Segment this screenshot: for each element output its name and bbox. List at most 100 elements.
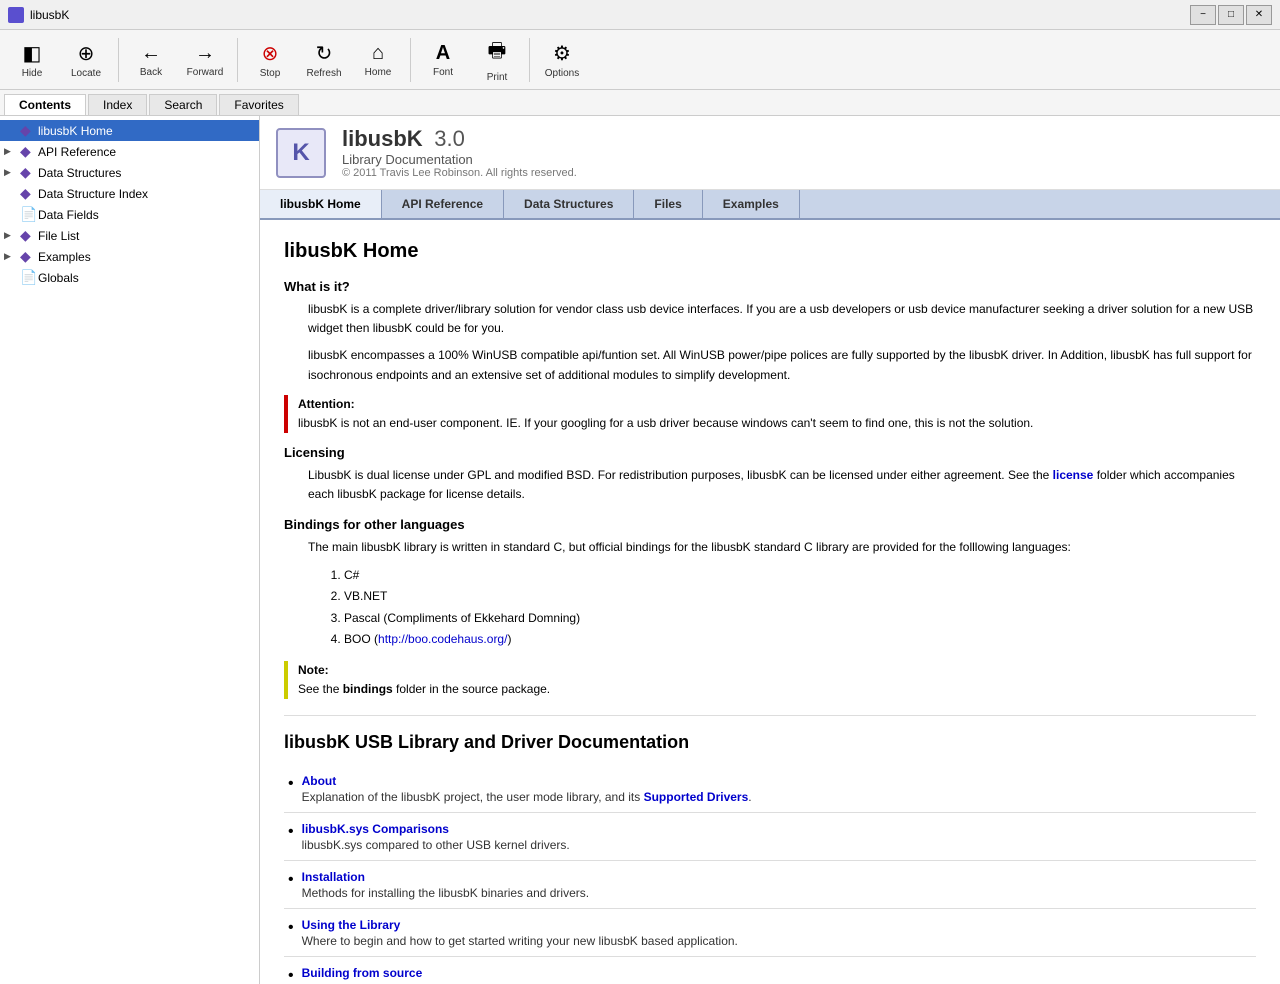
binding-boo: BOO (http://boo.codehaus.org/) (344, 629, 1256, 651)
about-link[interactable]: About (302, 774, 337, 788)
home-icon: ⌂ (372, 42, 384, 65)
back-button[interactable]: ← Back (125, 34, 177, 86)
usb-section-title: libusbK USB Library and Driver Documenta… (284, 732, 1256, 753)
options-icon: ⚙ (553, 41, 571, 66)
binding-csharp: C# (344, 565, 1256, 587)
toolbar: ◧ Hide ⊕ Locate ← Back → Forward ⊗ Stop … (0, 30, 1280, 90)
sidebar-label-fl: File List (38, 229, 255, 243)
content-tab-files[interactable]: Files (634, 190, 702, 218)
bindings-heading: Bindings for other languages (284, 517, 1256, 532)
content-header: K libusbK 3.0 Library Documentation © 20… (260, 116, 1280, 190)
logo-letter: K (292, 139, 309, 167)
forward-button[interactable]: → Forward (179, 34, 231, 86)
supported-drivers-link[interactable]: Supported Drivers (644, 790, 749, 804)
doc-item-about: • About Explanation of the libusbK proje… (284, 765, 1256, 813)
tab-index[interactable]: Index (88, 94, 147, 115)
bindings-intro: The main libusbK library is written in s… (308, 538, 1256, 557)
refresh-icon: ↻ (316, 41, 333, 66)
doc-body-building: Building from source Methods for buildin… (302, 965, 725, 984)
hide-label: Hide (22, 68, 43, 79)
forward-label: Forward (187, 67, 224, 78)
home-label: Home (365, 67, 392, 78)
hide-button[interactable]: ◧ Hide (6, 34, 58, 86)
sidebar-item-libusbk-home[interactable]: ◆ libusbK Home (0, 120, 259, 141)
app-subtitle: Library Documentation (342, 152, 577, 167)
building-link[interactable]: Building from source (302, 966, 423, 980)
locate-button[interactable]: ⊕ Locate (60, 34, 112, 86)
licensing-body: LibusbK is dual license under GPL and mo… (308, 466, 1256, 504)
attention-content: Attention: libusbK is not an end-user co… (298, 395, 1033, 433)
close-button[interactable]: ✕ (1246, 5, 1272, 25)
item-icon-gl: 📄 (20, 269, 38, 286)
refresh-button[interactable]: ↻ Refresh (298, 34, 350, 86)
stop-icon: ⊗ (262, 41, 279, 66)
sidebar-item-api-reference[interactable]: ▶ ◆ API Reference (0, 141, 259, 162)
expand-icon-ds: ▶ (4, 167, 20, 178)
note-bar (284, 661, 288, 699)
minimize-button[interactable]: − (1190, 5, 1216, 25)
note-bold: bindings (343, 682, 393, 696)
locate-label: Locate (71, 68, 101, 79)
options-button[interactable]: ⚙ Options (536, 34, 588, 86)
sidebar-label-df: Data Fields (38, 208, 255, 222)
content-tab-ds[interactable]: Data Structures (504, 190, 634, 218)
sidebar-item-globals[interactable]: 📄 Globals (0, 267, 259, 288)
tab-search[interactable]: Search (149, 94, 217, 115)
item-icon-ex: ◆ (20, 248, 38, 265)
app-version: 3.0 (434, 126, 465, 151)
about-desc-after: . (748, 790, 751, 804)
separator-3 (410, 38, 411, 82)
boo-link[interactable]: http://boo.codehaus.org/ (378, 632, 507, 646)
sidebar-label-home: libusbK Home (38, 124, 255, 138)
expand-icon-ex: ▶ (4, 251, 20, 262)
refresh-label: Refresh (306, 68, 341, 79)
bullet-building: • (288, 965, 294, 984)
licensing-link[interactable]: license (1053, 468, 1094, 482)
sidebar-item-data-structure-index[interactable]: ◆ Data Structure Index (0, 183, 259, 204)
about-desc: Explanation of the libusbK project, the … (302, 790, 752, 804)
app-logo: K (276, 128, 326, 178)
content-tab-api[interactable]: API Reference (382, 190, 504, 218)
sidebar-item-data-fields[interactable]: 📄 Data Fields (0, 204, 259, 225)
font-button[interactable]: A Font (417, 34, 469, 86)
app-title-block: libusbK 3.0 Library Documentation © 2011… (342, 126, 577, 179)
sidebar-item-data-structures[interactable]: ▶ ◆ Data Structures (0, 162, 259, 183)
title-bar-title: libusbK (30, 8, 69, 22)
back-label: Back (140, 67, 162, 78)
sidebar: ◆ libusbK Home ▶ ◆ API Reference ▶ ◆ Dat… (0, 116, 260, 984)
doc-item-using-library: • Using the Library Where to begin and h… (284, 909, 1256, 957)
installation-link[interactable]: Installation (302, 870, 365, 884)
back-icon: ← (141, 42, 161, 65)
sidebar-item-file-list[interactable]: ▶ ◆ File List (0, 225, 259, 246)
print-button[interactable]: 🖶 Print (471, 34, 523, 86)
doc-body-sys: libusbK.sys Comparisons libusbK.sys comp… (302, 821, 570, 852)
libusbksys-link[interactable]: libusbK.sys Comparisons (302, 822, 449, 836)
app-icon (8, 7, 24, 23)
stop-button[interactable]: ⊗ Stop (244, 34, 296, 86)
binding-vbnet: VB.NET (344, 586, 1256, 608)
sidebar-label-gl: Globals (38, 271, 255, 285)
home-button[interactable]: ⌂ Home (352, 34, 404, 86)
tab-contents[interactable]: Contents (4, 94, 86, 115)
content-area: K libusbK 3.0 Library Documentation © 20… (260, 116, 1280, 984)
expand-icon-fl: ▶ (4, 230, 20, 241)
what-is-it-heading: What is it? (284, 279, 1256, 294)
print-label: Print (487, 72, 508, 83)
options-label: Options (545, 68, 579, 79)
maximize-button[interactable]: □ (1218, 5, 1244, 25)
bindings-section: Bindings for other languages The main li… (284, 517, 1256, 652)
item-icon-df: 📄 (20, 206, 38, 223)
using-library-link[interactable]: Using the Library (302, 918, 401, 932)
install-desc: Methods for installing the libusbK binar… (302, 886, 589, 900)
content-tab-examples[interactable]: Examples (703, 190, 800, 218)
sidebar-item-examples[interactable]: ▶ ◆ Examples (0, 246, 259, 267)
item-icon-api: ◆ (20, 143, 38, 160)
bullet-install: • (288, 869, 294, 891)
attention-heading: Attention: (298, 397, 355, 411)
licensing-heading: Licensing (284, 445, 1256, 460)
locate-icon: ⊕ (78, 41, 95, 66)
font-label: Font (433, 67, 453, 78)
tab-favorites[interactable]: Favorites (219, 94, 298, 115)
what-is-it-para2: libusbK encompasses a 100% WinUSB compat… (308, 346, 1256, 384)
content-tab-home[interactable]: libusbK Home (260, 190, 382, 218)
